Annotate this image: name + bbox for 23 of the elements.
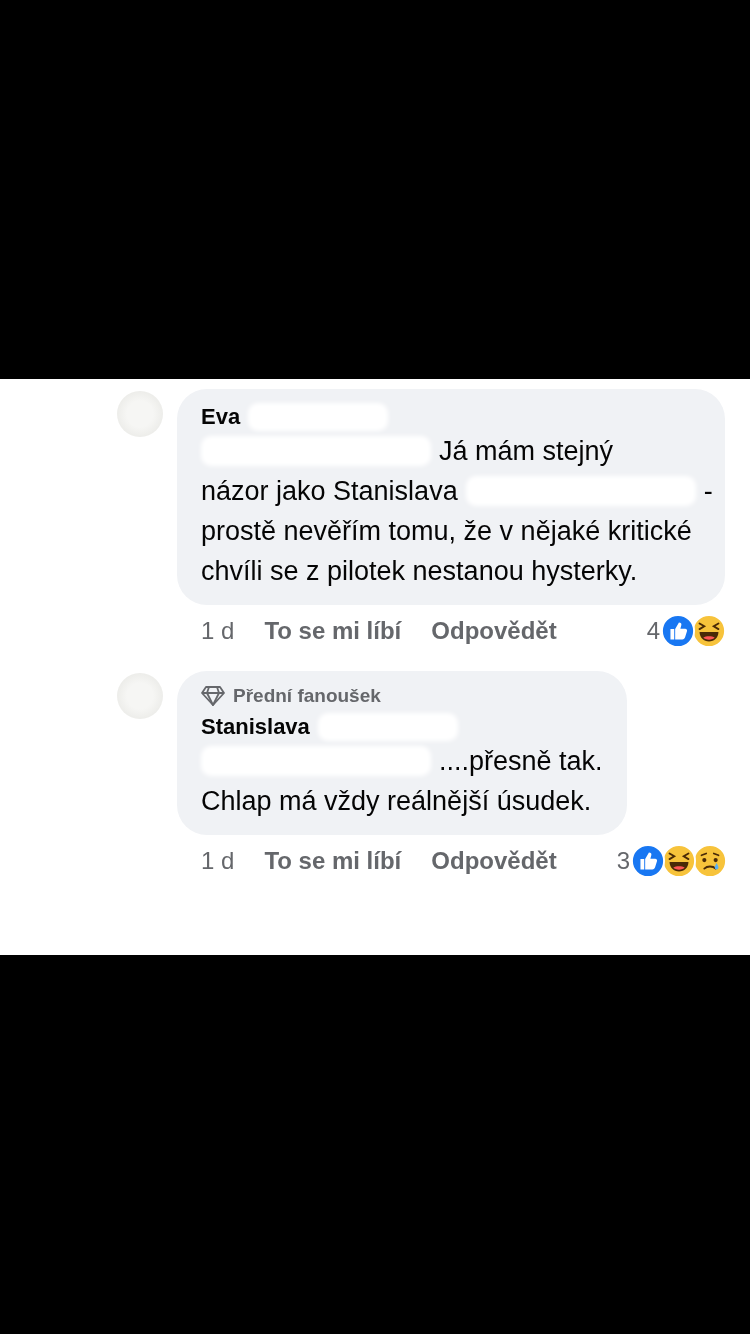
timestamp: 1 d	[201, 847, 235, 875]
laughing-emoji-icon	[662, 844, 696, 878]
thumbs-up-icon	[661, 614, 695, 648]
reaction-count: 3	[616, 847, 630, 875]
like-link[interactable]: To se mi líbí	[264, 617, 402, 645]
reply-link[interactable]: Odpovědět	[431, 847, 557, 875]
comment-text: ....přesně tak.	[439, 745, 603, 778]
comment-text: -	[703, 475, 713, 508]
thumbs-up-icon	[631, 844, 665, 878]
author-name[interactable]: Eva	[201, 404, 241, 430]
author-name[interactable]: Stanislava	[201, 714, 310, 740]
timestamp: 1 d	[201, 617, 235, 645]
sad-emoji-icon	[693, 844, 727, 878]
comment-text: Já mám stejný	[439, 435, 614, 468]
comment-text: prostě nevěřím tomu, že v nějaké kritické chvíli se z pilotek nestanou hysterky.	[201, 515, 693, 588]
laughing-emoji-icon	[692, 614, 726, 648]
comment-text: názor jako Stanislava	[201, 475, 458, 508]
diamond-icon	[201, 686, 225, 706]
top-fan-label: Přední fanoušek	[233, 685, 381, 707]
reaction-count: 4	[646, 617, 660, 645]
like-link[interactable]: To se mi líbí	[264, 847, 402, 875]
comment-text: Chlap má vždy reálnější úsudek.	[201, 785, 592, 818]
reply-link[interactable]: Odpovědět	[431, 617, 557, 645]
